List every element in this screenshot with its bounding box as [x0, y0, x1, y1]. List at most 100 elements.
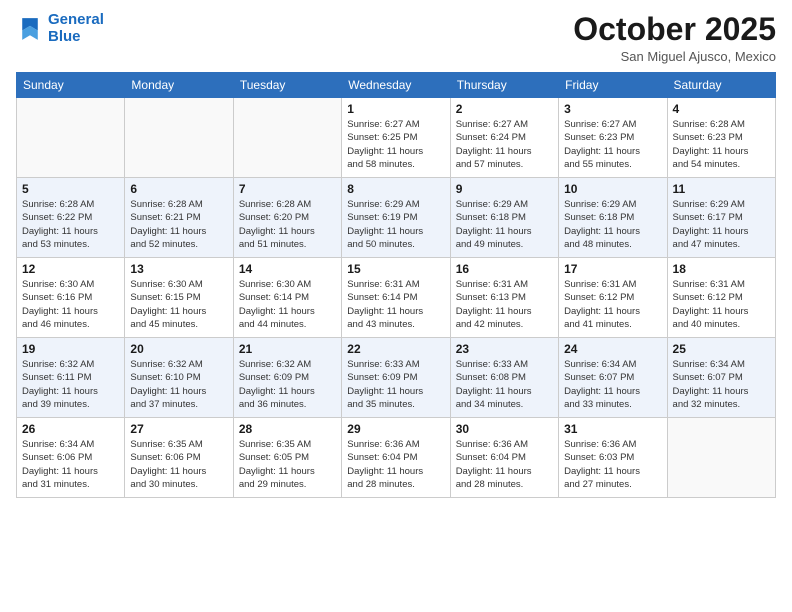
calendar: Sunday Monday Tuesday Wednesday Thursday… — [16, 72, 776, 498]
logo-text: General Blue — [48, 12, 104, 45]
day-info: Sunrise: 6:28 AM Sunset: 6:22 PM Dayligh… — [22, 198, 119, 251]
col-wednesday: Wednesday — [342, 73, 450, 98]
day-number: 17 — [564, 262, 661, 276]
day-number: 14 — [239, 262, 336, 276]
day-info: Sunrise: 6:27 AM Sunset: 6:23 PM Dayligh… — [564, 118, 661, 171]
day-info: Sunrise: 6:30 AM Sunset: 6:15 PM Dayligh… — [130, 278, 227, 331]
table-row: 16Sunrise: 6:31 AM Sunset: 6:13 PM Dayli… — [450, 258, 558, 338]
table-row: 20 Sunrise: 6:32 AM Sunset: 6:10 PM Dayli… — [125, 338, 233, 418]
day-info: Sunrise: 6:36 AM Sunset: 6:04 PM Dayligh… — [347, 438, 444, 491]
day-number: 12 — [22, 262, 119, 276]
day-info: Sunrise: 6:33 AM Sunset: 6:08 PM Dayligh… — [456, 358, 553, 411]
day-info: Sunrise: 6:27 AM Sunset: 6:25 PM Dayligh… — [347, 118, 444, 171]
table-row: 10 Sunrise: 6:29 AM Sunset: 6:18 PM Dayli… — [559, 178, 667, 258]
day-number: 3 — [564, 102, 661, 116]
day-info: Sunrise: 6:34 AM Sunset: 6:07 PM Dayligh… — [564, 358, 661, 411]
day-number: 7 — [239, 182, 336, 196]
table-row: 26 Sunrise: 6:34 AM Sunset: 6:06 PM Dayli… — [17, 418, 125, 498]
day-number: 24 — [564, 342, 661, 356]
day-number: 26 — [22, 422, 119, 436]
day-number: 15 — [347, 262, 444, 276]
day-number: 13 — [130, 262, 227, 276]
table-row: 5 Sunrise: 6:28 AM Sunset: 6:22 PM Daylig… — [17, 178, 125, 258]
day-info: Sunrise: 6:27 AM Sunset: 6:24 PM Dayligh… — [456, 118, 553, 171]
table-row: 28Sunrise: 6:35 AM Sunset: 6:05 PM Dayli… — [233, 418, 341, 498]
day-number: 29 — [347, 422, 444, 436]
day-info: Sunrise: 6:29 AM Sunset: 6:18 PM Dayligh… — [456, 198, 553, 251]
day-number: 28 — [239, 422, 336, 436]
table-row: 13 Sunrise: 6:30 AM Sunset: 6:15 PM Dayli… — [125, 258, 233, 338]
table-row: 22Sunrise: 6:33 AM Sunset: 6:09 PM Dayli… — [342, 338, 450, 418]
calendar-week-row: 1 Sunrise: 6:27 AM Sunset: 6:25 PM Daylig… — [17, 98, 776, 178]
page: General Blue October 2025 San Miguel Aju… — [0, 0, 792, 612]
table-row: 12 Sunrise: 6:30 AM Sunset: 6:16 PM Dayli… — [17, 258, 125, 338]
table-row: 27Sunrise: 6:35 AM Sunset: 6:06 PM Dayli… — [125, 418, 233, 498]
header: General Blue October 2025 San Miguel Aju… — [16, 12, 776, 64]
logo-line1: General — [48, 12, 104, 29]
day-number: 4 — [673, 102, 770, 116]
calendar-week-row: 5 Sunrise: 6:28 AM Sunset: 6:22 PM Daylig… — [17, 178, 776, 258]
day-info: Sunrise: 6:28 AM Sunset: 6:23 PM Dayligh… — [673, 118, 770, 171]
table-row: 29 Sunrise: 6:36 AM Sunset: 6:04 PM Dayli… — [342, 418, 450, 498]
day-number: 20 — [130, 342, 227, 356]
logo-icon — [16, 15, 44, 43]
calendar-week-row: 19 Sunrise: 6:32 AM Sunset: 6:11 PM Dayli… — [17, 338, 776, 418]
day-info: Sunrise: 6:29 AM Sunset: 6:17 PM Dayligh… — [673, 198, 770, 251]
table-row: 14 Sunrise: 6:30 AM Sunset: 6:14 PM Dayli… — [233, 258, 341, 338]
table-row: 15 Sunrise: 6:31 AM Sunset: 6:14 PM Dayli… — [342, 258, 450, 338]
logo: General Blue — [16, 12, 104, 45]
day-info: Sunrise: 6:28 AM Sunset: 6:20 PM Dayligh… — [239, 198, 336, 251]
day-info: Sunrise: 6:29 AM Sunset: 6:18 PM Dayligh… — [564, 198, 661, 251]
day-info: Sunrise: 6:32 AM Sunset: 6:11 PM Dayligh… — [22, 358, 119, 411]
table-row: 17 Sunrise: 6:31 AM Sunset: 6:12 PM Dayli… — [559, 258, 667, 338]
table-row: 2 Sunrise: 6:27 AM Sunset: 6:24 PM Daylig… — [450, 98, 558, 178]
day-info: Sunrise: 6:34 AM Sunset: 6:07 PM Dayligh… — [673, 358, 770, 411]
day-number: 18 — [673, 262, 770, 276]
day-number: 10 — [564, 182, 661, 196]
day-info: Sunrise: 6:30 AM Sunset: 6:16 PM Dayligh… — [22, 278, 119, 331]
day-number: 5 — [22, 182, 119, 196]
calendar-header-row: Sunday Monday Tuesday Wednesday Thursday… — [17, 73, 776, 98]
day-info: Sunrise: 6:33 AM Sunset: 6:09 PM Dayligh… — [347, 358, 444, 411]
table-row: 24 Sunrise: 6:34 AM Sunset: 6:07 PM Dayli… — [559, 338, 667, 418]
table-row: 7 Sunrise: 6:28 AM Sunset: 6:20 PM Daylig… — [233, 178, 341, 258]
day-info: Sunrise: 6:28 AM Sunset: 6:21 PM Dayligh… — [130, 198, 227, 251]
col-friday: Friday — [559, 73, 667, 98]
table-row: 19 Sunrise: 6:32 AM Sunset: 6:11 PM Dayli… — [17, 338, 125, 418]
month-title: October 2025 — [573, 12, 776, 47]
day-info: Sunrise: 6:36 AM Sunset: 6:03 PM Dayligh… — [564, 438, 661, 491]
logo-line2: Blue — [48, 29, 104, 46]
day-info: Sunrise: 6:34 AM Sunset: 6:06 PM Dayligh… — [22, 438, 119, 491]
table-row: 8Sunrise: 6:29 AM Sunset: 6:19 PM Daylig… — [342, 178, 450, 258]
day-number: 1 — [347, 102, 444, 116]
day-info: Sunrise: 6:31 AM Sunset: 6:14 PM Dayligh… — [347, 278, 444, 331]
day-number: 27 — [130, 422, 227, 436]
table-row — [667, 418, 775, 498]
day-info: Sunrise: 6:32 AM Sunset: 6:10 PM Dayligh… — [130, 358, 227, 411]
col-monday: Monday — [125, 73, 233, 98]
day-info: Sunrise: 6:31 AM Sunset: 6:13 PM Dayligh… — [456, 278, 553, 331]
table-row: 25Sunrise: 6:34 AM Sunset: 6:07 PM Dayli… — [667, 338, 775, 418]
col-tuesday: Tuesday — [233, 73, 341, 98]
table-row — [125, 98, 233, 178]
day-info: Sunrise: 6:31 AM Sunset: 6:12 PM Dayligh… — [564, 278, 661, 331]
table-row: 30Sunrise: 6:36 AM Sunset: 6:04 PM Dayli… — [450, 418, 558, 498]
col-sunday: Sunday — [17, 73, 125, 98]
col-thursday: Thursday — [450, 73, 558, 98]
day-number: 6 — [130, 182, 227, 196]
day-number: 31 — [564, 422, 661, 436]
day-number: 21 — [239, 342, 336, 356]
table-row — [233, 98, 341, 178]
table-row: 18 Sunrise: 6:31 AM Sunset: 6:12 PM Dayli… — [667, 258, 775, 338]
day-number: 9 — [456, 182, 553, 196]
table-row: 1 Sunrise: 6:27 AM Sunset: 6:25 PM Daylig… — [342, 98, 450, 178]
day-number: 19 — [22, 342, 119, 356]
table-row: 4 Sunrise: 6:28 AM Sunset: 6:23 PM Daylig… — [667, 98, 775, 178]
day-info: Sunrise: 6:31 AM Sunset: 6:12 PM Dayligh… — [673, 278, 770, 331]
table-row: 21Sunrise: 6:32 AM Sunset: 6:09 PM Dayli… — [233, 338, 341, 418]
day-info: Sunrise: 6:30 AM Sunset: 6:14 PM Dayligh… — [239, 278, 336, 331]
day-info: Sunrise: 6:29 AM Sunset: 6:19 PM Dayligh… — [347, 198, 444, 251]
table-row: 3 Sunrise: 6:27 AM Sunset: 6:23 PM Daylig… — [559, 98, 667, 178]
day-number: 2 — [456, 102, 553, 116]
day-number: 30 — [456, 422, 553, 436]
